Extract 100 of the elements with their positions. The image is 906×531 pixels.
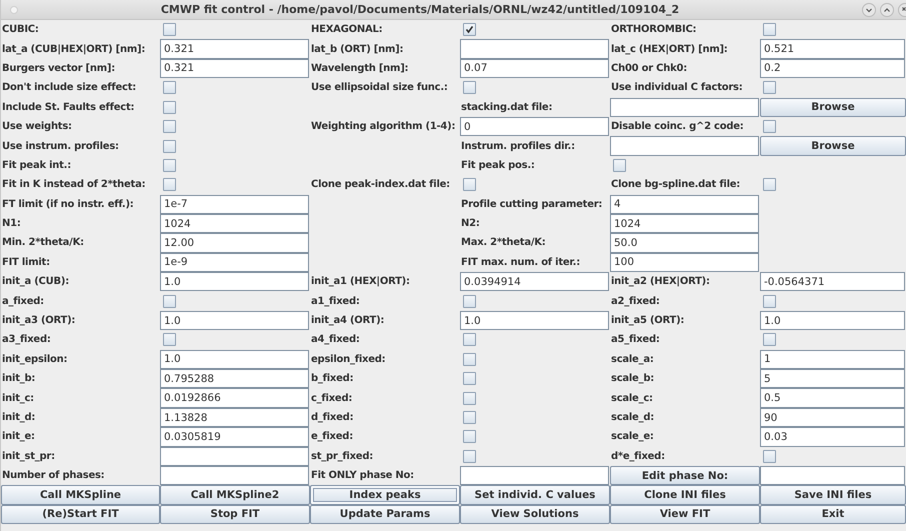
- text-field[interactable]: [610, 136, 759, 156]
- text-field[interactable]: 0.0394914: [460, 272, 609, 292]
- text-field[interactable]: 0: [460, 116, 609, 136]
- text-field[interactable]: 1024: [610, 214, 759, 234]
- checkbox[interactable]: [763, 450, 776, 463]
- checkbox[interactable]: [163, 81, 176, 94]
- field-label: Fit in K instead of 2*theta:: [1, 179, 146, 190]
- text-field[interactable]: [610, 98, 759, 117]
- checkbox[interactable]: [463, 352, 476, 366]
- text-field[interactable]: 0.521: [760, 39, 905, 59]
- text-field[interactable]: 1: [760, 350, 905, 370]
- window-title: CMWP fit control - /home/pavol/Documents/Materials/ORNL/wz42/untitled/109104_2: [160, 3, 680, 16]
- checkbox[interactable]: [463, 411, 476, 424]
- checkbox[interactable]: [463, 430, 476, 444]
- text-field[interactable]: [160, 446, 309, 466]
- close-icon[interactable]: [898, 2, 906, 16]
- text-field[interactable]: [460, 39, 609, 59]
- minimize-icon[interactable]: [862, 2, 876, 16]
- text-field[interactable]: [760, 466, 905, 486]
- button[interactable]: Update Params: [310, 504, 460, 524]
- text-field[interactable]: 1.0: [160, 272, 309, 292]
- text-field[interactable]: 100: [610, 252, 759, 272]
- button[interactable]: View FIT: [610, 504, 760, 524]
- text-field[interactable]: 1e-9: [160, 252, 309, 272]
- button[interactable]: Stop FIT: [160, 504, 310, 524]
- checkbox[interactable]: [463, 392, 476, 405]
- text-field[interactable]: 1024: [160, 214, 309, 234]
- checkbox[interactable]: [463, 372, 476, 386]
- text-field[interactable]: 0.795288: [160, 369, 309, 388]
- checkbox[interactable]: [163, 158, 176, 172]
- checkbox[interactable]: [163, 23, 176, 36]
- field-label: Use individual C factors:: [610, 82, 742, 94]
- text-field[interactable]: 1.0: [760, 310, 905, 330]
- button[interactable]: Set individ. C values: [460, 485, 610, 505]
- checkbox[interactable]: [613, 158, 626, 172]
- checkbox[interactable]: [463, 81, 476, 94]
- checkbox[interactable]: [463, 178, 476, 192]
- window-menu-icon[interactable]: [10, 6, 18, 14]
- field-label: Fit peak int.:: [1, 160, 71, 171]
- text-field[interactable]: 0.07: [460, 58, 609, 78]
- text-field[interactable]: -0.0564371: [760, 272, 905, 292]
- checkbox[interactable]: [763, 178, 776, 192]
- button[interactable]: Save INI files: [760, 485, 906, 505]
- text-field[interactable]: 4: [610, 194, 759, 214]
- text-field[interactable]: 1e-7: [160, 194, 309, 214]
- field-label: lat_a (CUB|HEX|ORT) [nm]:: [1, 44, 146, 55]
- text-field[interactable]: 0.0305819: [160, 427, 309, 447]
- checkbox[interactable]: [763, 23, 776, 36]
- checkbox[interactable]: [763, 120, 776, 134]
- field-label: Ch00 or Chk0:: [610, 62, 687, 74]
- text-field[interactable]: [460, 466, 609, 486]
- checkbox[interactable]: [163, 120, 176, 134]
- text-field[interactable]: [160, 466, 309, 486]
- text-field[interactable]: 0.321: [160, 58, 309, 78]
- checkbox[interactable]: [163, 100, 176, 114]
- text-field[interactable]: 0.0192866: [160, 388, 309, 408]
- text-field[interactable]: 50.0: [610, 233, 759, 253]
- button[interactable]: Browse: [760, 98, 906, 117]
- text-field[interactable]: 90: [760, 408, 905, 428]
- field-label: Profile cutting parameter:: [460, 198, 602, 210]
- button[interactable]: Edit phase No:: [610, 466, 760, 486]
- field-label: Use ellipsoidal size func.:: [310, 82, 448, 94]
- button[interactable]: Call MKSpline2: [160, 485, 310, 505]
- checkbox[interactable]: [763, 81, 776, 94]
- text-field[interactable]: 0.2: [760, 58, 905, 78]
- field-label: init_a1 (HEX|ORT):: [310, 276, 410, 288]
- button[interactable]: View Solutions: [460, 504, 610, 524]
- field-label: FIT limit:: [1, 256, 50, 268]
- checkbox[interactable]: [163, 140, 176, 153]
- text-field[interactable]: 1.13828: [160, 408, 309, 428]
- text-field[interactable]: 1.0: [160, 310, 309, 330]
- text-field[interactable]: 1.0: [460, 310, 609, 330]
- field-label: Fit peak pos.:: [460, 160, 535, 171]
- checkbox[interactable]: [463, 23, 476, 36]
- field-label: init_d:: [1, 412, 36, 423]
- text-field[interactable]: 0.5: [760, 388, 905, 408]
- text-field[interactable]: 0.03: [760, 427, 905, 447]
- field-label: Disable coinc. g^2 code:: [610, 121, 744, 132]
- field-label: init_e:: [1, 431, 35, 442]
- checkbox[interactable]: [463, 450, 476, 463]
- button[interactable]: (Re)Start FIT: [1, 504, 160, 524]
- checkbox[interactable]: [763, 333, 776, 346]
- checkbox[interactable]: [463, 294, 476, 308]
- checkbox[interactable]: [463, 333, 476, 346]
- field-label: Include St. Faults effect:: [1, 102, 134, 113]
- text-field[interactable]: 5: [760, 369, 905, 388]
- checkbox[interactable]: [163, 178, 176, 192]
- button[interactable]: Exit: [760, 504, 906, 524]
- button[interactable]: Browse: [760, 136, 906, 156]
- checkbox[interactable]: [163, 294, 176, 308]
- checkbox[interactable]: [763, 294, 776, 308]
- text-field[interactable]: 12.00: [160, 233, 309, 253]
- button[interactable]: Call MKSpline: [1, 485, 160, 505]
- button[interactable]: Index peaks: [310, 485, 460, 505]
- button[interactable]: Clone INI files: [610, 485, 760, 505]
- maximize-icon[interactable]: [880, 2, 894, 16]
- field-label: stacking.dat file:: [460, 102, 552, 113]
- text-field[interactable]: 0.321: [160, 39, 309, 59]
- checkbox[interactable]: [163, 333, 176, 346]
- text-field[interactable]: 1.0: [160, 350, 309, 370]
